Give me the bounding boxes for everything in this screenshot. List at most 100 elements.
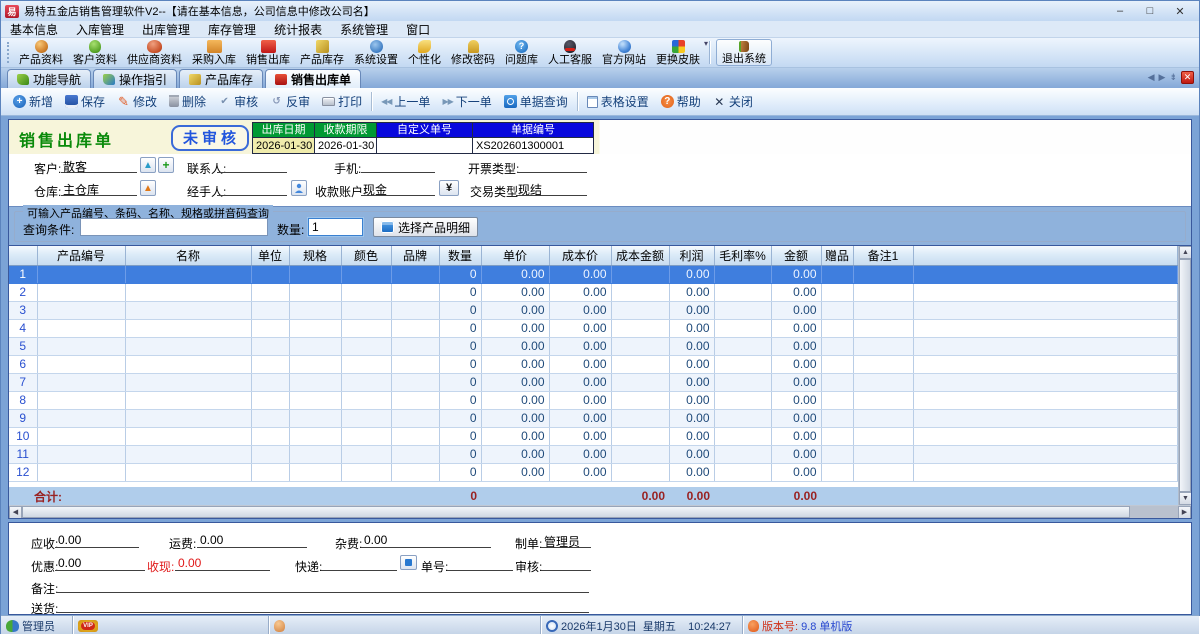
cell-成本金额[interactable] xyxy=(611,355,669,373)
cell-品牌[interactable] xyxy=(391,373,439,391)
cell-成本金额[interactable] xyxy=(611,373,669,391)
horizontal-scroll-track[interactable] xyxy=(1130,506,1178,518)
cell-名称[interactable] xyxy=(125,301,251,319)
cell-赠品[interactable] xyxy=(821,265,853,283)
cell-成本金额[interactable] xyxy=(611,463,669,481)
receivable-field[interactable]: 0.00 xyxy=(55,533,139,548)
cell-cost[interactable]: 0.00 xyxy=(549,319,611,337)
doc-button-help[interactable]: 帮助 xyxy=(655,93,707,110)
cell-cost[interactable]: 0.00 xyxy=(549,373,611,391)
cell-品牌[interactable] xyxy=(391,427,439,445)
toolbar-button-customer-files[interactable]: 客户资料 xyxy=(68,38,122,67)
cell-cost[interactable]: 0.00 xyxy=(549,355,611,373)
cell-profit[interactable]: 0.00 xyxy=(669,301,714,319)
cell-qty[interactable]: 0 xyxy=(439,337,481,355)
toolbar-button-official-website[interactable]: 官方网站 xyxy=(597,38,651,67)
cell-price[interactable]: 0.00 xyxy=(481,409,549,427)
contact-field[interactable] xyxy=(217,158,287,173)
cell-profit[interactable]: 0.00 xyxy=(669,391,714,409)
cell-amount[interactable]: 0.00 xyxy=(771,337,821,355)
toolbar-button-supplier-files[interactable]: 供应商资料 xyxy=(122,38,187,67)
cell-price[interactable]: 0.00 xyxy=(481,373,549,391)
tab-scroll-left-icon[interactable]: ◀ xyxy=(1148,72,1155,83)
cell-成本金额[interactable] xyxy=(611,319,669,337)
cell-price[interactable]: 0.00 xyxy=(481,337,549,355)
misc-fee-field[interactable]: 0.00 xyxy=(361,533,491,548)
cell-赠品[interactable] xyxy=(821,337,853,355)
cell-赠品[interactable] xyxy=(821,391,853,409)
grid-header-品牌[interactable]: 品牌 xyxy=(391,246,439,265)
row-number-cell[interactable]: 7 xyxy=(9,373,37,391)
cell-产品编号[interactable] xyxy=(37,283,125,301)
toolbar-button-change-password[interactable]: 修改密码 xyxy=(446,38,500,67)
delivery-field[interactable] xyxy=(56,598,589,613)
cell-毛利率%[interactable] xyxy=(714,265,771,283)
tab-功能导航[interactable]: 功能导航 xyxy=(7,69,91,88)
customer-add-button[interactable]: + xyxy=(158,157,174,173)
toolbar-button-sales-out[interactable]: 销售出库 xyxy=(241,38,295,67)
account-field[interactable]: 现金 xyxy=(361,181,435,196)
cell-产品编号[interactable] xyxy=(37,409,125,427)
cell-profit[interactable]: 0.00 xyxy=(669,427,714,445)
cell-price[interactable]: 0.00 xyxy=(481,355,549,373)
account-pick-button[interactable]: ¥ xyxy=(439,180,459,196)
cell-品牌[interactable] xyxy=(391,319,439,337)
cell-名称[interactable] xyxy=(125,373,251,391)
cell-品牌[interactable] xyxy=(391,463,439,481)
cell-名称[interactable] xyxy=(125,427,251,445)
cell-备注1[interactable] xyxy=(853,463,913,481)
query-qty-input[interactable] xyxy=(308,218,363,236)
cell-amount[interactable]: 0.00 xyxy=(771,445,821,463)
row-number-cell[interactable]: 5 xyxy=(9,337,37,355)
cell-名称[interactable] xyxy=(125,319,251,337)
cell-名称[interactable] xyxy=(125,283,251,301)
horizontal-scrollbar[interactable]: ◀ ▶ xyxy=(9,505,1191,518)
cell-名称[interactable] xyxy=(125,445,251,463)
cell-赠品[interactable] xyxy=(821,301,853,319)
cell-赠品[interactable] xyxy=(821,409,853,427)
doc-button-audit[interactable]: 审核 xyxy=(212,93,264,110)
tab-操作指引[interactable]: 操作指引 xyxy=(93,69,177,88)
cell-颜色[interactable] xyxy=(341,445,391,463)
cell-qty[interactable]: 0 xyxy=(439,283,481,301)
table-row[interactable]: 1000.000.000.000.00 xyxy=(9,427,1178,445)
cell-颜色[interactable] xyxy=(341,337,391,355)
cell-profit[interactable]: 0.00 xyxy=(669,265,714,283)
freight-field[interactable]: 0.00 xyxy=(197,533,307,548)
cell-赠品[interactable] xyxy=(821,355,853,373)
horizontal-scroll-thumb[interactable] xyxy=(22,506,1130,518)
cell-规格[interactable] xyxy=(289,301,341,319)
cell-cost[interactable]: 0.00 xyxy=(549,463,611,481)
cell-amount[interactable]: 0.00 xyxy=(771,427,821,445)
grid-header-规格[interactable]: 规格 xyxy=(289,246,341,265)
cell-amount[interactable]: 0.00 xyxy=(771,409,821,427)
table-row[interactable]: 1200.000.000.000.00 xyxy=(9,463,1178,481)
row-number-cell[interactable]: 3 xyxy=(9,301,37,319)
scroll-right-icon[interactable]: ▶ xyxy=(1178,506,1191,518)
customer-field[interactable]: 散客 xyxy=(61,158,137,173)
table-row[interactable]: 800.000.000.000.00 xyxy=(9,391,1178,409)
row-number-cell[interactable]: 10 xyxy=(9,427,37,445)
cell-备注1[interactable] xyxy=(853,337,913,355)
cell-成本金额[interactable] xyxy=(611,445,669,463)
cell-profit[interactable]: 0.00 xyxy=(669,283,714,301)
scroll-left-icon[interactable]: ◀ xyxy=(9,506,22,518)
select-product-button[interactable]: 选择产品明细 xyxy=(373,217,478,237)
cell-qty[interactable]: 0 xyxy=(439,373,481,391)
toolbar-button-personalize[interactable]: 个性化 xyxy=(403,38,446,67)
tab-close-button[interactable]: ✕ xyxy=(1181,71,1194,84)
tab-销售出库单[interactable]: 销售出库单 xyxy=(265,69,361,88)
cell-成本金额[interactable] xyxy=(611,391,669,409)
table-row[interactable]: 200.000.000.000.00 xyxy=(9,283,1178,301)
cell-cost[interactable]: 0.00 xyxy=(549,409,611,427)
cell-profit[interactable]: 0.00 xyxy=(669,445,714,463)
date-table-value[interactable]: XS202601300001 xyxy=(473,137,593,153)
warehouse-pick-button[interactable]: ▲ xyxy=(140,180,156,196)
cell-price[interactable]: 0.00 xyxy=(481,265,549,283)
menu-item-5[interactable]: 统计报表 xyxy=(265,21,331,38)
grid-header-名称[interactable]: 名称 xyxy=(125,246,251,265)
cell-规格[interactable] xyxy=(289,337,341,355)
discount-field[interactable]: 0.00 xyxy=(55,556,145,571)
cell-成本金额[interactable] xyxy=(611,337,669,355)
vertical-scroll-thumb[interactable] xyxy=(1179,259,1191,492)
